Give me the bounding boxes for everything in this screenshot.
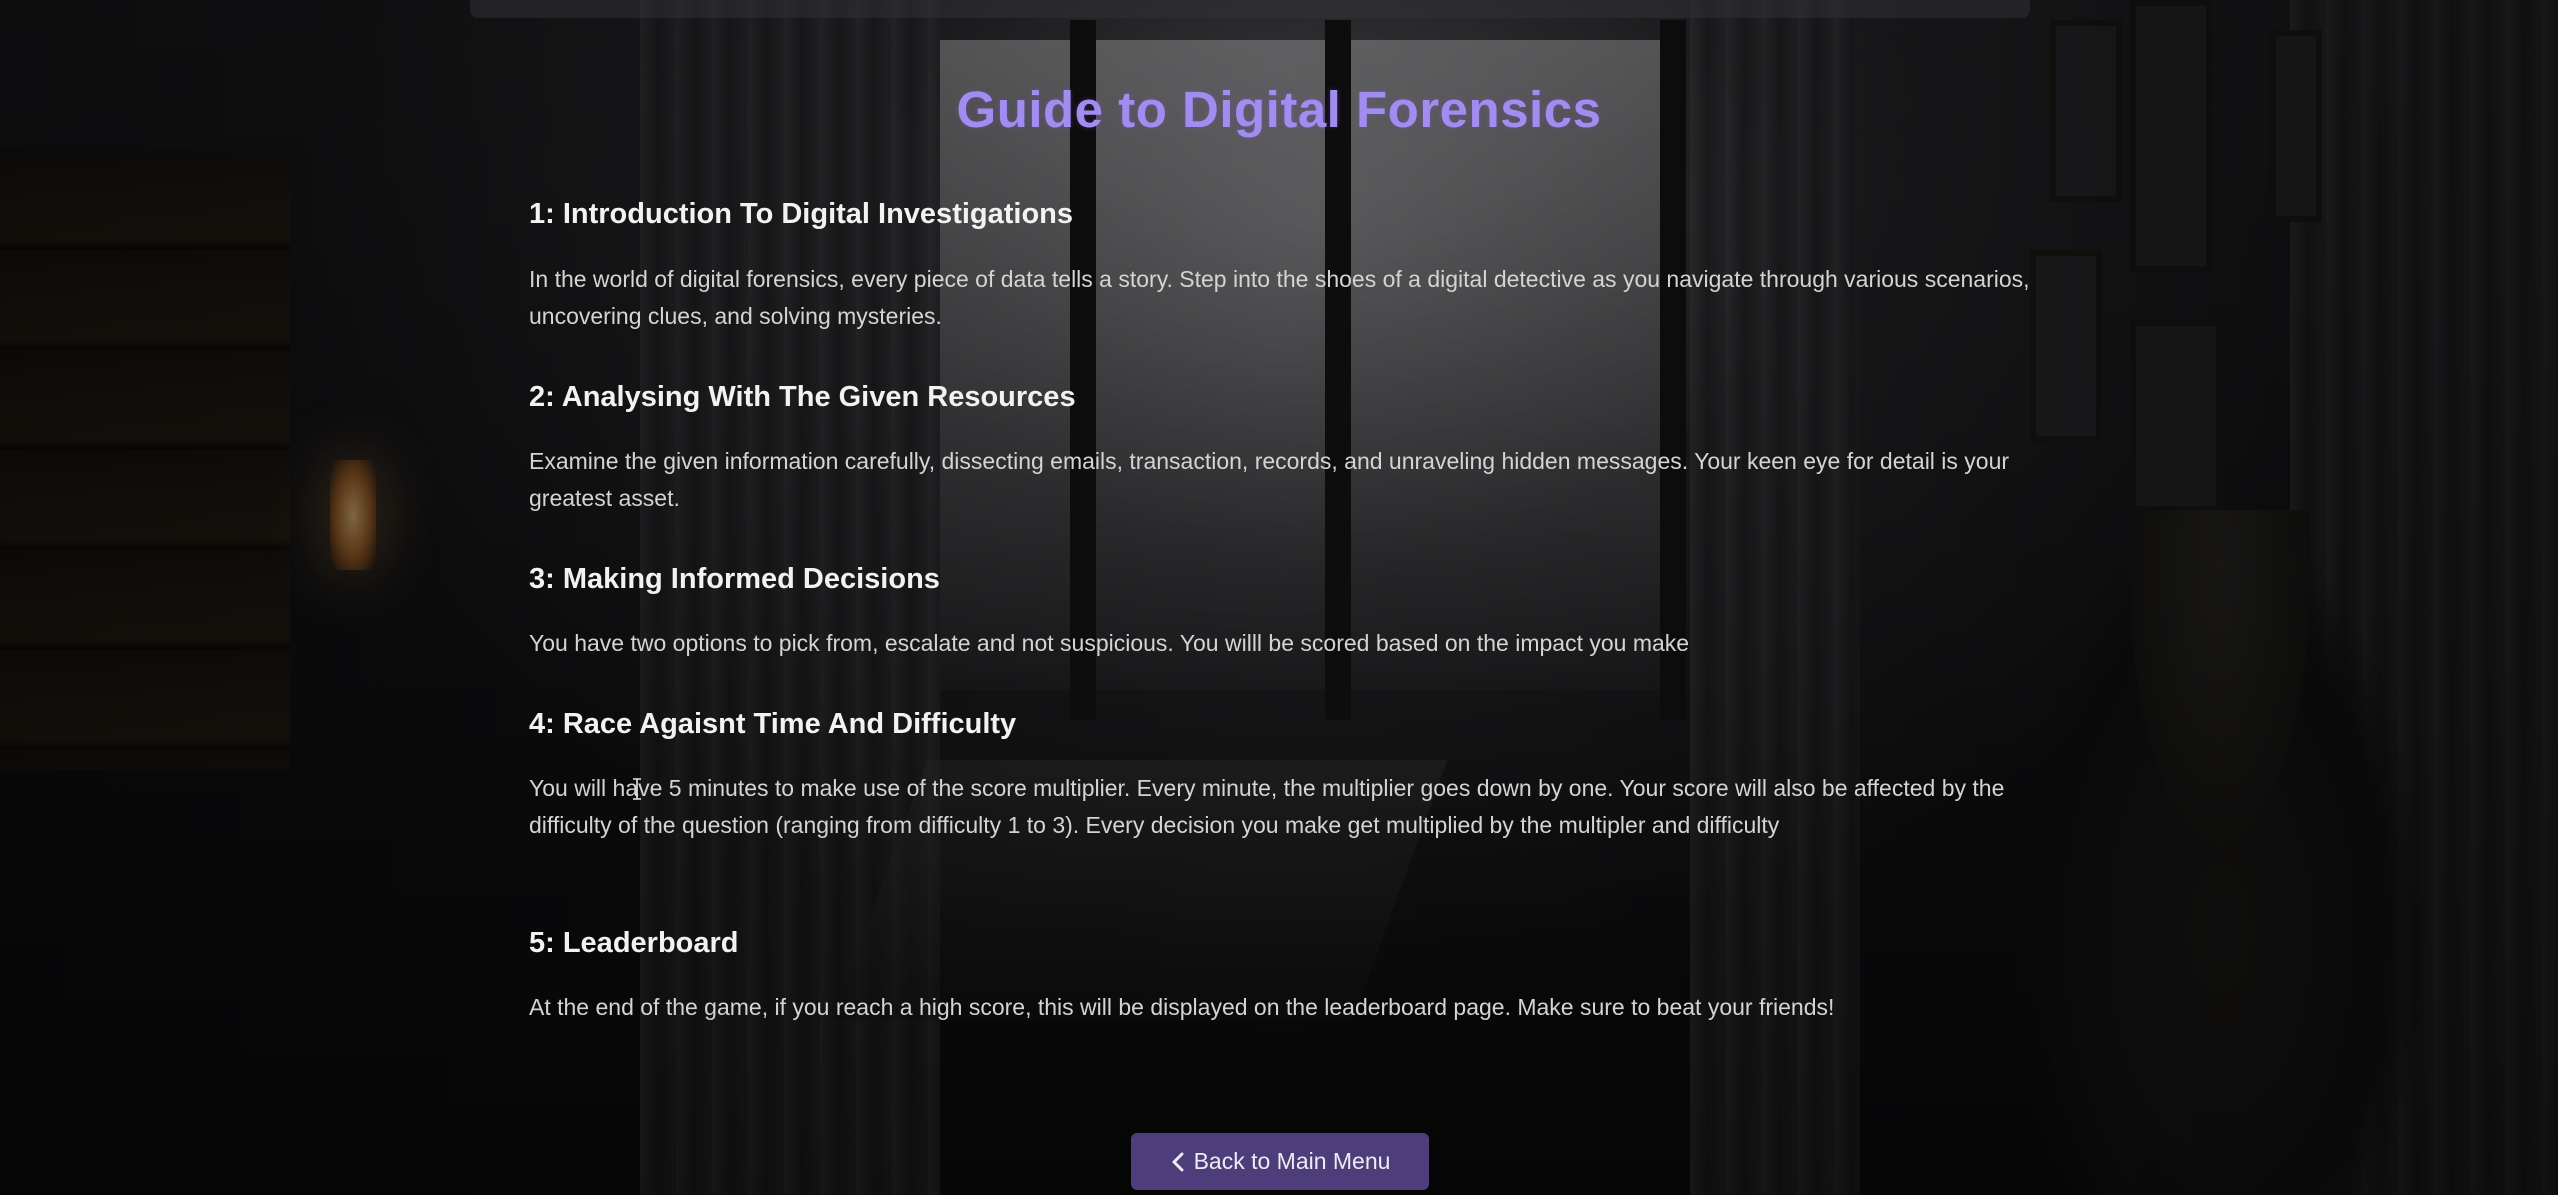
back-to-main-menu-button[interactable]: Back to Main Menu: [1131, 1133, 1429, 1190]
top-panel-edge: [470, 0, 2030, 18]
section-heading-decisions: 3: Making Informed Decisions: [529, 563, 940, 595]
section-body-introduction: In the world of digital forensics, every…: [529, 266, 2030, 329]
section-heading-analysing: 2: Analysing With The Given Resources: [529, 381, 1076, 413]
chevron-left-icon: [1170, 1152, 1186, 1172]
text-cursor-icon: [633, 778, 641, 800]
back-button-label: Back to Main Menu: [1193, 1148, 1391, 1174]
section-body-analysing: Examine the given information carefully,…: [529, 448, 2010, 511]
section-heading-race-against-time: 4: Race Agaisnt Time And Difficulty: [529, 708, 1017, 740]
page-title: Guide to Digital Forensics: [956, 81, 1602, 138]
section-body-race-against-time: You will have 5 minutes to make use of t…: [529, 775, 2005, 838]
section-heading-leaderboard: 5: Leaderboard: [529, 927, 739, 959]
section-body-decisions: You have two options to pick from, escal…: [529, 630, 1690, 656]
section-body-leaderboard: At the end of the game, if you reach a h…: [529, 994, 1835, 1020]
section-heading-introduction: 1: Introduction To Digital Investigation…: [529, 198, 1074, 230]
